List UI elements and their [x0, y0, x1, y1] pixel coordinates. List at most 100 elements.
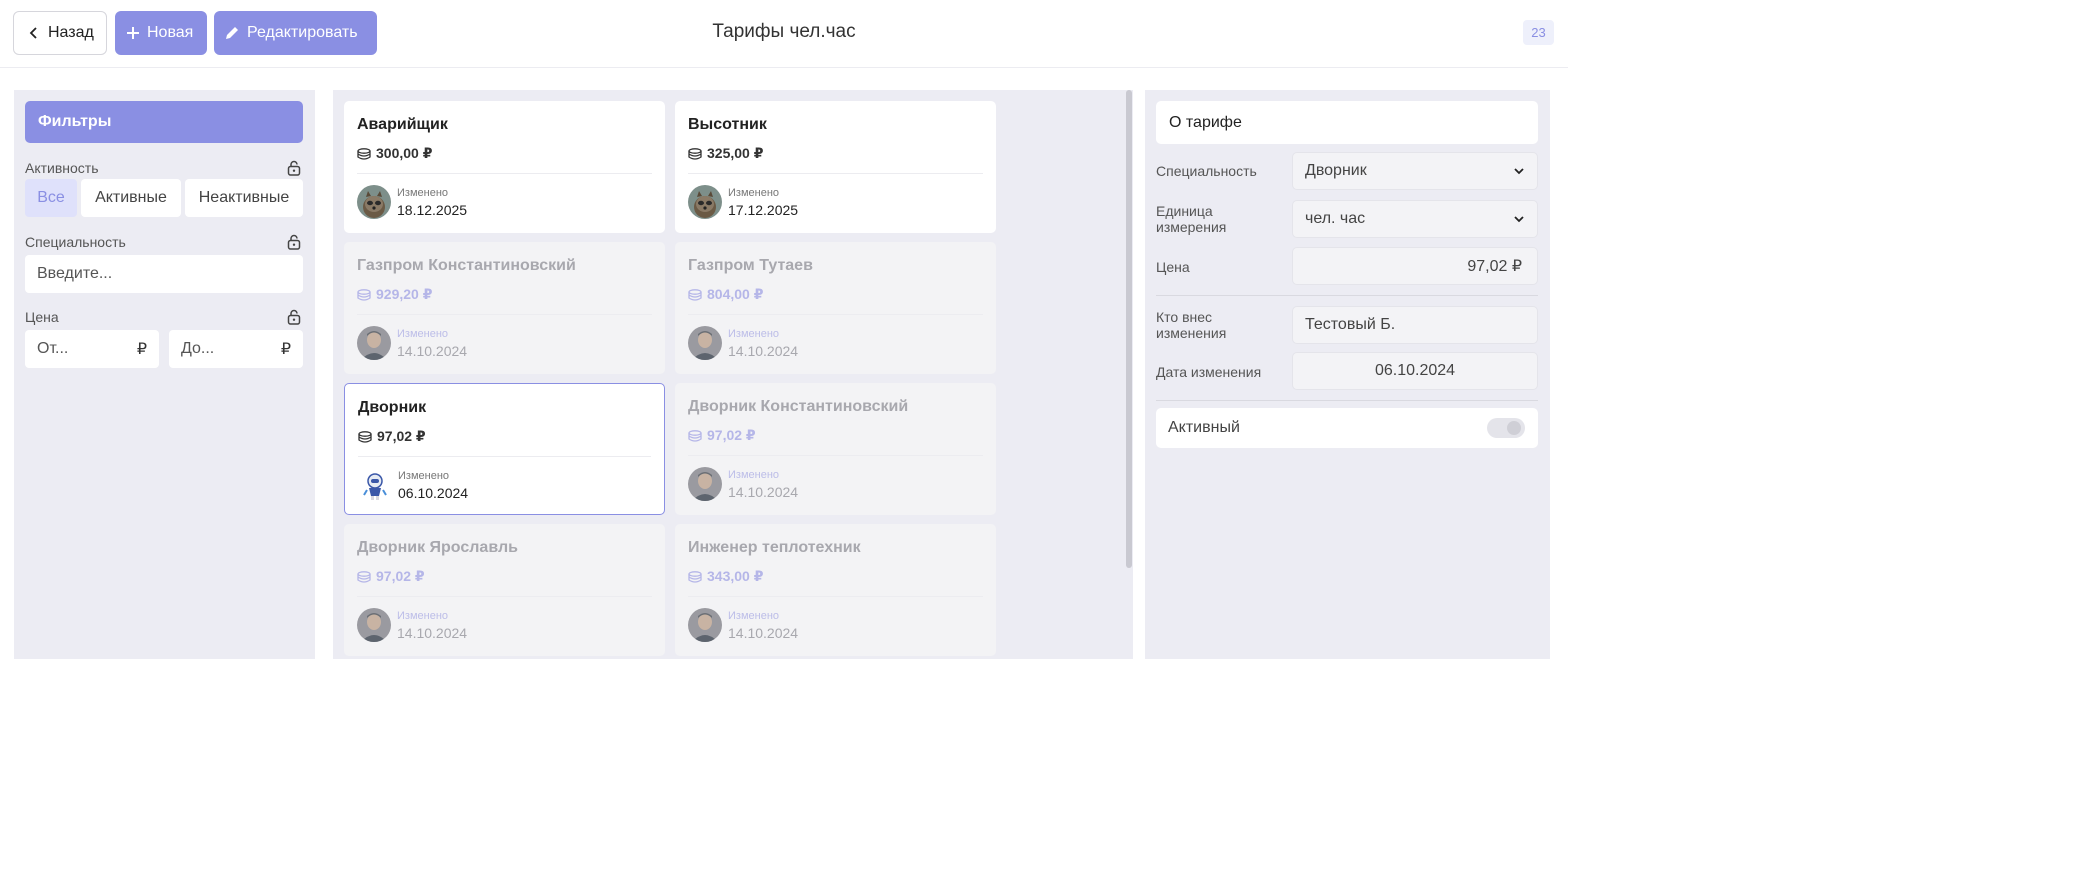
currency-label: ₽ — [136, 341, 147, 358]
card-price-value: 325,00 ₽ — [707, 145, 764, 161]
avatar — [357, 608, 391, 642]
tariff-card[interactable]: Дворник Ярославль 97,02 ₽ Изменено 14.10.20… — [344, 524, 665, 656]
specialty-filter-label: Специальность — [25, 234, 126, 250]
tariff-details-panel: О тарифе Специальность Дворник Единица и… — [1145, 90, 1550, 659]
card-changed-date: 18.12.2025 — [397, 202, 468, 218]
card-changed-label: Изменено — [397, 187, 449, 199]
card-price: 300,00 ₽ — [357, 145, 432, 162]
activity-label: Активность — [25, 160, 99, 176]
coins-icon — [358, 430, 372, 443]
chevron-down-icon — [1513, 213, 1525, 225]
price-from-input[interactable]: От... ₽ — [25, 330, 159, 368]
active-label: Активный — [1168, 419, 1240, 436]
coins-icon — [688, 429, 702, 442]
specialty-value: Дворник — [1305, 162, 1367, 179]
price-to-placeholder: До... — [181, 340, 215, 357]
coins-icon — [357, 570, 371, 583]
tariff-cards-panel: Аварийщик 300,00 ₽ Изменено 18.12.2025 Высо… — [333, 90, 1133, 659]
card-divider — [357, 314, 652, 315]
activity-option-inactive[interactable]: Неактивные — [185, 179, 303, 217]
card-title: Дворник — [358, 399, 427, 416]
avatar — [688, 185, 722, 219]
avatar — [357, 326, 391, 360]
card-divider — [688, 455, 983, 456]
specialty-select[interactable]: Дворник — [1292, 152, 1538, 190]
card-divider — [357, 173, 652, 174]
card-title: Газпром Константиновский — [357, 257, 576, 274]
tariff-card[interactable]: Дворник 97,02 ₽ Изменено 06.10.2024 — [344, 383, 665, 515]
unit-label-line1: Единица — [1156, 203, 1213, 219]
avatar — [358, 468, 392, 502]
avatar — [357, 185, 391, 219]
card-changed-date: 14.10.2024 — [397, 625, 468, 641]
unlock-icon[interactable] — [287, 234, 301, 255]
card-changed-label: Изменено — [397, 610, 449, 622]
card-price: 343,00 ₽ — [688, 568, 763, 585]
card-title: Газпром Тутаев — [688, 257, 813, 274]
change-date-label: Дата изменения — [1156, 364, 1262, 380]
unlock-icon[interactable] — [287, 309, 301, 330]
coins-icon — [357, 147, 371, 160]
price-filter-label: Цена — [25, 309, 59, 325]
card-price-value: 804,00 ₽ — [707, 286, 764, 302]
specialty-label: Специальность — [1156, 163, 1257, 179]
tariff-card[interactable]: Высотник 325,00 ₽ Изменено 17.12.2025 — [675, 101, 996, 233]
tariff-card[interactable]: Газпром Константиновский 929,20 ₽ Изменено… — [344, 242, 665, 374]
chevron-down-icon — [1513, 165, 1525, 177]
card-price: 929,20 ₽ — [357, 286, 432, 303]
card-changed-date: 14.10.2024 — [728, 625, 799, 641]
card-divider — [357, 596, 652, 597]
specialty-search-input[interactable]: Введите... — [25, 255, 303, 293]
activity-option-all[interactable]: Все — [25, 179, 77, 217]
tariff-card[interactable]: Инженер теплотехник 343,00 ₽ Изменено 14.10… — [675, 524, 996, 656]
avatar — [688, 326, 722, 360]
price-label: Цена — [1156, 259, 1190, 275]
unlock-icon[interactable] — [287, 160, 301, 181]
card-changed-label: Изменено — [728, 610, 780, 622]
tariff-card[interactable]: Дворник Константиновский 97,02 ₽ Изменено 1… — [675, 383, 996, 515]
activity-option-active[interactable]: Активные — [81, 179, 181, 217]
avatar — [688, 467, 722, 501]
unit-select[interactable]: чел. час — [1292, 200, 1538, 238]
card-price-value: 97,02 ₽ — [376, 568, 425, 584]
price-to-input[interactable]: До... ₽ — [169, 330, 303, 368]
toggle-knob — [1507, 421, 1521, 435]
changed-by-field: Тестовый Б. — [1292, 306, 1538, 344]
card-price-value: 929,20 ₽ — [376, 286, 433, 302]
page-title: Тарифы чел.час — [712, 21, 856, 42]
card-price-value: 343,00 ₽ — [707, 568, 764, 584]
card-changed-date: 14.10.2024 — [397, 343, 468, 359]
card-price: 97,02 ₽ — [357, 568, 425, 585]
tariff-card[interactable]: Аварийщик 300,00 ₽ Изменено 18.12.2025 — [344, 101, 665, 233]
card-price: 325,00 ₽ — [688, 145, 763, 162]
active-row: Активный — [1156, 408, 1538, 448]
card-changed-date: 06.10.2024 — [398, 485, 469, 501]
card-changed-date: 14.10.2024 — [728, 484, 799, 500]
card-changed-label: Изменено — [397, 328, 449, 340]
card-title: Аварийщик — [357, 116, 448, 133]
divider — [1156, 295, 1538, 296]
details-header: О тарифе — [1156, 101, 1538, 144]
card-changed-label: Изменено — [728, 469, 780, 481]
card-divider — [688, 173, 983, 174]
card-changed-label: Изменено — [398, 470, 450, 482]
card-price-value: 97,02 ₽ — [377, 428, 426, 444]
unit-label-line2: измерения — [1156, 219, 1227, 235]
card-divider — [688, 596, 983, 597]
card-price: 804,00 ₽ — [688, 286, 763, 303]
scrollbar-thumb[interactable] — [1126, 90, 1132, 568]
card-divider — [688, 314, 983, 315]
currency-label: ₽ — [280, 341, 291, 358]
changed-by-label-line1: Кто внес — [1156, 309, 1213, 325]
changed-by-label-line2: изменения — [1156, 325, 1227, 341]
coins-icon — [688, 570, 702, 583]
avatar — [688, 608, 722, 642]
filters-header: Фильтры — [25, 101, 303, 143]
change-date-field: 06.10.2024 — [1292, 352, 1538, 390]
active-toggle[interactable] — [1487, 418, 1525, 438]
card-changed-date: 17.12.2025 — [728, 202, 799, 218]
unit-label: Единица измерения — [1156, 203, 1226, 235]
tariff-card[interactable]: Газпром Тутаев 804,00 ₽ Изменено 14.10.2024 — [675, 242, 996, 374]
coins-icon — [357, 288, 371, 301]
price-field[interactable]: 97,02 ₽ — [1292, 247, 1538, 285]
